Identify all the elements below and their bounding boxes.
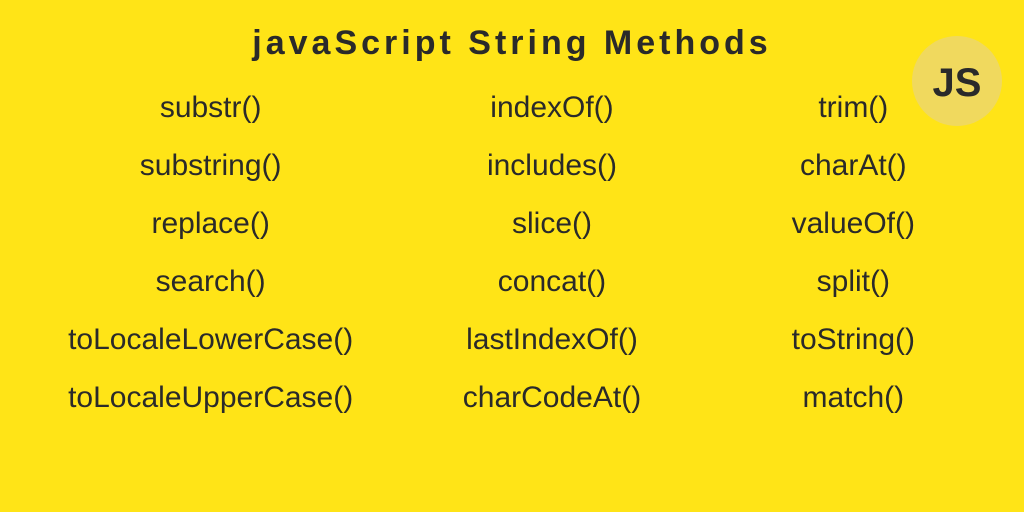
method-item: concat() — [402, 265, 702, 299]
method-item: valueOf() — [723, 207, 983, 241]
method-item: substring() — [41, 149, 381, 183]
method-item: toString() — [723, 323, 983, 357]
js-logo-text: JS — [933, 61, 982, 106]
methods-column-3: trim() charAt() valueOf() split() toStri… — [723, 91, 983, 415]
method-item: indexOf() — [402, 91, 702, 125]
method-item: toLocaleUpperCase() — [41, 381, 381, 415]
method-item: replace() — [41, 207, 381, 241]
methods-grid: substr() substring() replace() search() … — [0, 73, 1024, 415]
methods-column-2: indexOf() includes() slice() concat() la… — [402, 91, 702, 415]
method-item: includes() — [402, 149, 702, 183]
methods-column-1: substr() substring() replace() search() … — [41, 91, 381, 415]
method-item: slice() — [402, 207, 702, 241]
method-item: charAt() — [723, 149, 983, 183]
js-logo-badge: JS — [912, 36, 1002, 126]
page-title: javaScript String Methods — [0, 0, 1024, 73]
method-item: search() — [41, 265, 381, 299]
method-item: lastIndexOf() — [402, 323, 702, 357]
method-item: toLocaleLowerCase() — [41, 323, 381, 357]
method-item: substr() — [41, 91, 381, 125]
method-item: split() — [723, 265, 983, 299]
method-item: match() — [723, 381, 983, 415]
method-item: charCodeAt() — [402, 381, 702, 415]
